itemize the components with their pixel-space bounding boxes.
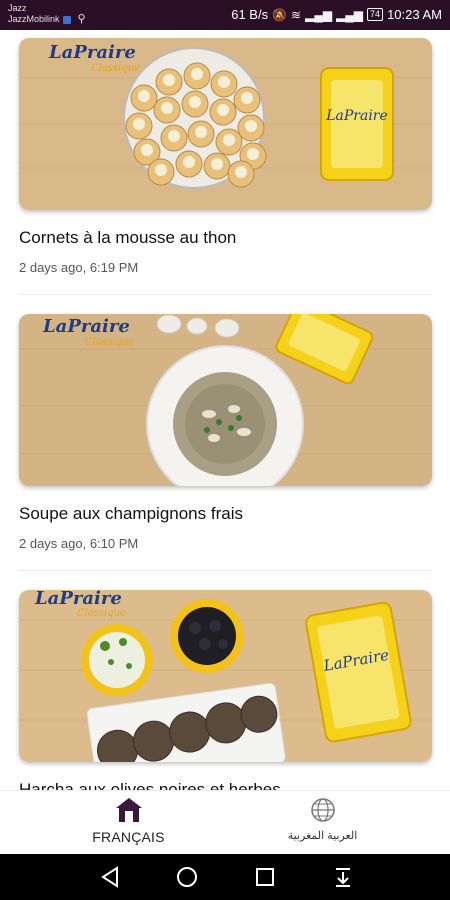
carrier-info: Jazz JazzMobilink ⚲: [8, 3, 86, 25]
sim-icon: [62, 15, 71, 24]
recipe-date: 2 days ago, 6:10 PM: [19, 536, 139, 551]
signal2-icon: ▂▄▆: [336, 7, 364, 22]
status-icons: 61 B/s 🔕 ≋ ▂▄▆ ▂▄▆ 74 10:23 AM: [231, 7, 442, 22]
signal-icon: ▂▄▆: [305, 7, 333, 22]
wifi-icon: ≋: [291, 7, 302, 22]
globe-icon: [310, 797, 336, 828]
status-time: 10:23 AM: [387, 7, 442, 22]
recipe-feed[interactable]: LaPraire LaPraire Classique Cornets à la…: [0, 30, 450, 790]
svg-text:LaPraire: LaPraire: [34, 590, 122, 609]
tab-francais[interactable]: FRANÇAIS: [16, 791, 241, 855]
back-icon[interactable]: [95, 863, 125, 891]
svg-text:LaPraire: LaPraire: [325, 108, 388, 124]
carrier-line2: JazzMobilink: [8, 14, 60, 24]
carrier-line1: Jazz: [8, 3, 27, 13]
svg-text:Classique: Classique: [77, 608, 126, 619]
status-bar: Jazz JazzMobilink ⚲ 61 B/s 🔕 ≋ ▂▄▆ ▂▄▆ 7…: [0, 0, 450, 30]
tab-arabic-label: العربية المغربية: [287, 830, 358, 842]
recipe-title[interactable]: Harcha aux olives noires et herbes: [19, 780, 281, 790]
home-icon: [115, 797, 143, 828]
bottom-navigation: FRANÇAIS العربية المغربية: [0, 790, 450, 854]
recipe-title[interactable]: Soupe aux champignons frais: [19, 504, 243, 524]
tab-arabic[interactable]: العربية المغربية: [210, 791, 435, 855]
network-speed: 61 B/s: [231, 7, 269, 22]
battery-icon: 74: [367, 8, 384, 21]
recipe-image[interactable]: LaPraire LaPraire Classique: [19, 38, 432, 210]
system-navigation-bar: [0, 854, 450, 900]
recipe-image[interactable]: LaPraire Classique: [19, 314, 432, 486]
home-circle-icon[interactable]: [172, 863, 202, 891]
divider: [19, 570, 432, 571]
svg-text:LaPraire: LaPraire: [42, 316, 130, 337]
svg-text:Classique: Classique: [85, 337, 134, 348]
brand-logo: LaPraire: [48, 42, 136, 63]
recipe-date: 2 days ago, 6:19 PM: [19, 260, 139, 275]
recents-icon[interactable]: [250, 863, 280, 891]
recipe-image[interactable]: LaPraire LaPraire Classique: [19, 590, 432, 762]
notifications-pull-icon[interactable]: [328, 863, 358, 891]
tab-francais-label: FRANÇAIS: [92, 829, 165, 845]
mute-icon: 🔕: [272, 7, 288, 22]
usb-icon: ⚲: [77, 13, 86, 25]
recipe-title[interactable]: Cornets à la mousse au thon: [19, 228, 236, 248]
svg-text:Classique: Classique: [91, 63, 140, 74]
divider: [19, 294, 432, 295]
